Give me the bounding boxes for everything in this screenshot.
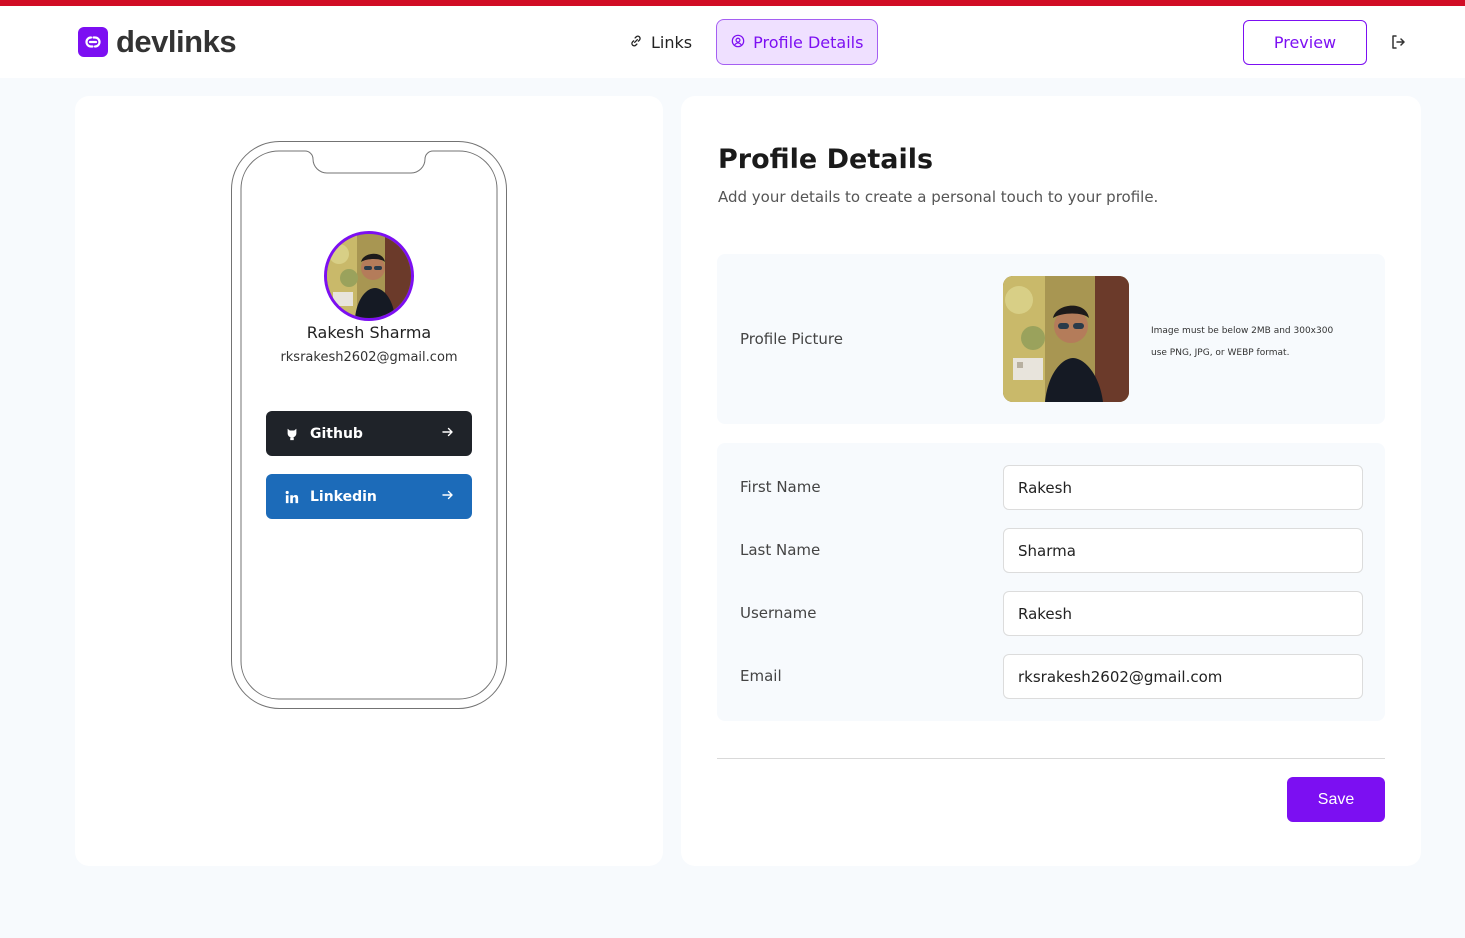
profile-picture-panel: Profile Picture Image must be below 2MB …	[717, 254, 1385, 424]
profile-details-card: Profile Details Add your details to crea…	[681, 96, 1421, 866]
logo-text: devlinks	[116, 24, 237, 59]
preview-link-github-label: Github	[310, 425, 363, 442]
phone-screen: Rakesh Sharma rksrakesh2602@gmail.com Gi…	[231, 141, 507, 709]
github-icon	[284, 426, 300, 442]
linkedin-icon	[284, 489, 300, 505]
profile-picture-note-line2: use PNG, JPG, or WEBP format.	[1151, 348, 1290, 358]
email-field[interactable]	[1003, 654, 1363, 699]
user-circle-icon	[731, 33, 745, 52]
divider	[717, 758, 1385, 759]
phone-mockup: Rakesh Sharma rksrakesh2602@gmail.com Gi…	[231, 141, 507, 709]
last-name-label: Last Name	[740, 541, 821, 559]
last-name-field[interactable]	[1003, 528, 1363, 573]
preview-button[interactable]: Preview	[1243, 20, 1367, 65]
preview-link-linkedin-label: Linkedin	[310, 488, 377, 505]
page-title: Profile Details	[718, 144, 934, 175]
devlinks-logo-icon	[78, 27, 108, 57]
username-label: Username	[740, 604, 817, 622]
tab-profile-details-label: Profile Details	[753, 32, 864, 52]
logout-icon[interactable]	[1389, 33, 1407, 51]
profile-picture-upload[interactable]	[1003, 276, 1129, 402]
email-label: Email	[740, 667, 782, 685]
preview-email: rksrakesh2602@gmail.com	[280, 350, 458, 365]
link-icon	[629, 33, 643, 52]
profile-form-panel: First Name Last Name Username Email	[717, 443, 1385, 721]
avatar	[324, 231, 414, 321]
profile-picture-label: Profile Picture	[740, 330, 843, 348]
phone-preview-card: Rakesh Sharma rksrakesh2602@gmail.com Gi…	[75, 96, 663, 866]
tab-profile-details[interactable]: Profile Details	[716, 19, 879, 65]
arrow-right-icon	[442, 489, 454, 505]
save-button[interactable]: Save	[1287, 777, 1385, 822]
username-field[interactable]	[1003, 591, 1363, 636]
profile-picture-note-line1: Image must be below 2MB and 300x300	[1151, 326, 1334, 336]
tab-links-label: Links	[651, 32, 693, 52]
arrow-right-icon	[442, 426, 454, 442]
tab-links[interactable]: Links	[615, 19, 706, 65]
app-logo[interactable]: devlinks	[78, 24, 237, 60]
preview-name: Rakesh Sharma	[306, 323, 432, 342]
page-subtitle: Add your details to create a personal to…	[718, 188, 1159, 206]
first-name-field[interactable]	[1003, 465, 1363, 510]
preview-link-github[interactable]: Github	[266, 411, 472, 456]
app-header: devlinks Links Profile Details Preview	[0, 6, 1465, 78]
profile-picture-note: Image must be below 2MB and 300x300 use …	[1151, 320, 1333, 364]
first-name-label: First Name	[740, 478, 821, 496]
preview-link-linkedin[interactable]: Linkedin	[266, 474, 472, 519]
main-nav: Links Profile Details	[615, 19, 879, 65]
